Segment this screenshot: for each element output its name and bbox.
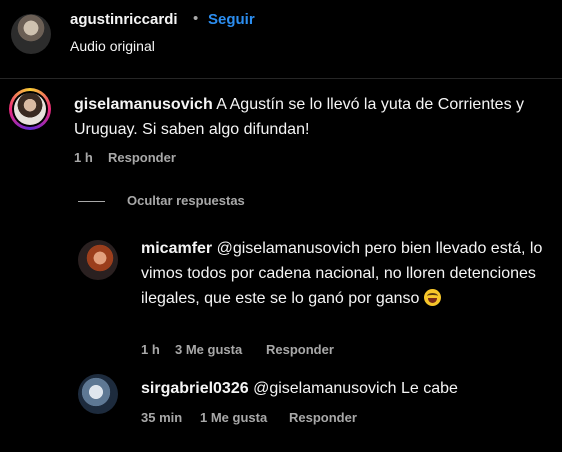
comment-username[interactable]: giselamanusovich (74, 96, 213, 113)
reply-time[interactable]: 35 min (141, 410, 182, 425)
separator-dot: • (193, 10, 199, 27)
reply-body: sirgabriel0326 @giselamanusovich Le cabe (141, 376, 559, 401)
follow-button[interactable]: Seguir (208, 11, 255, 28)
reply-reply-button[interactable]: Responder (289, 410, 357, 425)
avatar-ring-gap (12, 91, 48, 127)
hide-replies-button[interactable]: Ocultar respuestas (127, 193, 245, 208)
replies-divider-line (78, 201, 105, 202)
reply-reply-button[interactable]: Responder (266, 342, 334, 357)
author-username[interactable]: agustinriccardi (70, 11, 178, 28)
reply-text: @giselamanusovich Le cabe (253, 380, 458, 397)
laughing-tears-emoji-icon (423, 289, 441, 306)
comments-panel: agustinriccardi • Seguir Audio original … (0, 0, 562, 452)
comment-body: giselamanusovich A Agustín se lo llevó l… (74, 92, 556, 142)
reply-time[interactable]: 1 h (141, 342, 160, 357)
audio-original-link[interactable]: Audio original (70, 38, 155, 54)
reply-avatar[interactable] (78, 374, 118, 414)
author-avatar[interactable] (11, 14, 51, 54)
reply-likes-count[interactable]: 3 Me gusta (175, 342, 242, 357)
commenter-avatar (14, 93, 46, 125)
reply-username[interactable]: micamfer (141, 240, 212, 257)
reply-username[interactable]: sirgabriel0326 (141, 380, 249, 397)
comment-reply-button[interactable]: Responder (108, 150, 176, 165)
commenter-avatar-story-ring[interactable] (9, 88, 51, 130)
reply-avatar[interactable] (78, 240, 118, 280)
reply-likes-count[interactable]: 1 Me gusta (200, 410, 267, 425)
reply-body: micamfer @giselamanusovich pero bien lle… (141, 236, 559, 311)
post-header: agustinriccardi • Seguir Audio original (0, 0, 562, 79)
comment-time[interactable]: 1 h (74, 150, 93, 165)
